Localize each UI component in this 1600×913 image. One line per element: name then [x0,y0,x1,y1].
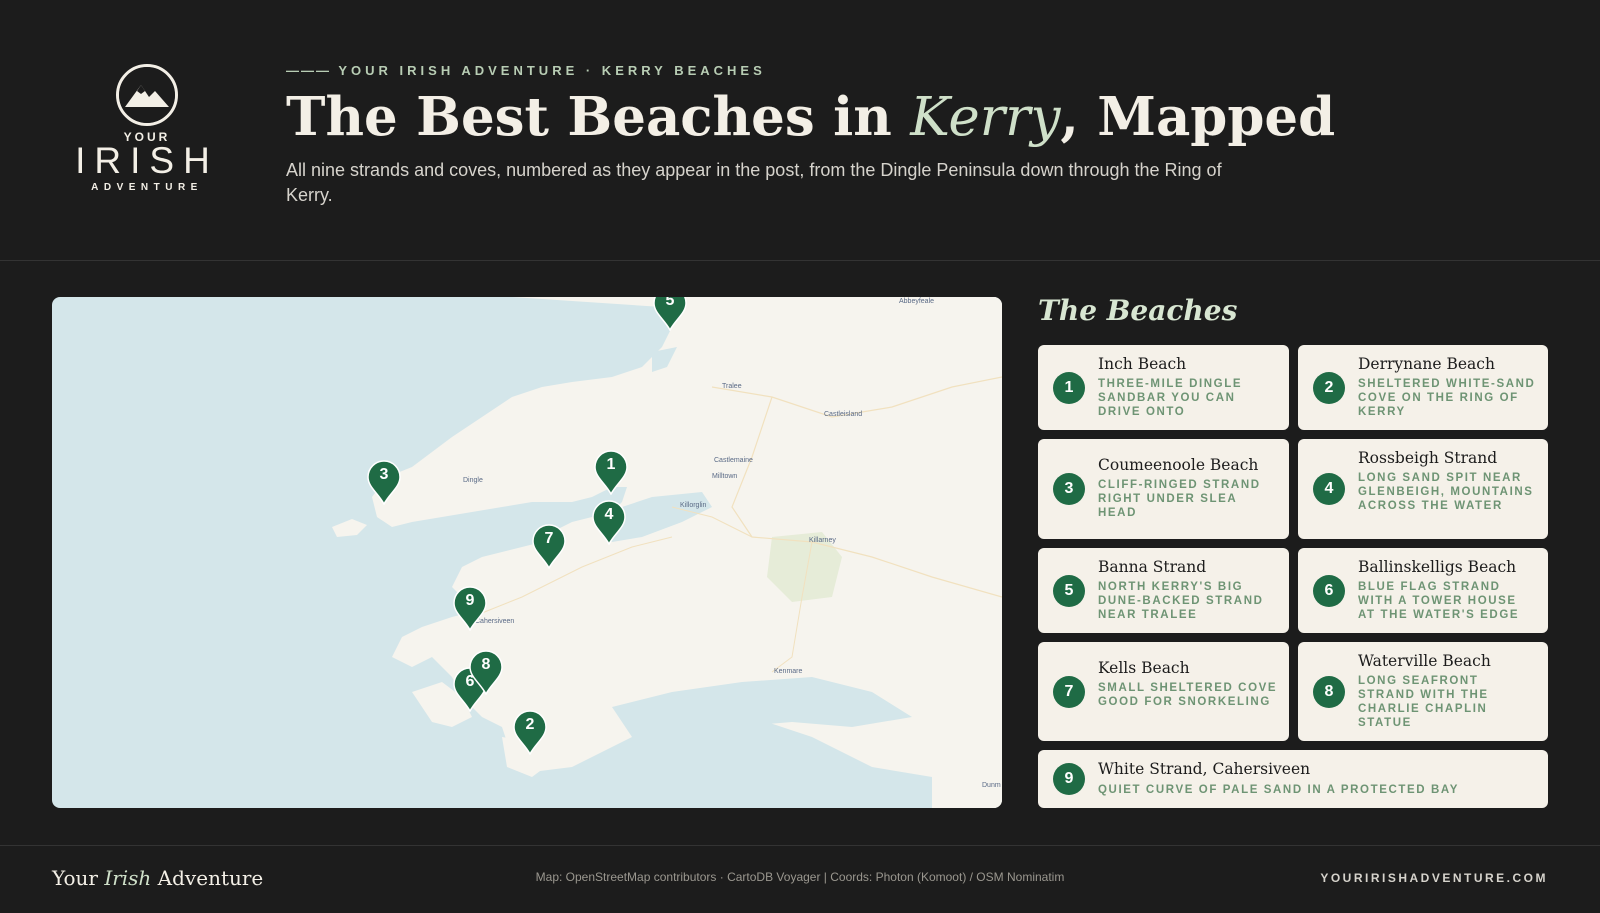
site-url-link[interactable]: YOURIRISHADVENTURE.COM [1320,871,1548,885]
beach-description: Three-mile Dingle sandbar you can drive … [1098,378,1243,418]
page-subtitle: All nine strands and coves, numbered as … [286,160,1222,205]
beach-number-badge: 5 [1053,575,1085,607]
marker-number: 1 [606,456,616,473]
town-label: Tralee [722,383,742,390]
beach-card[interactable]: 8 Waterville Beach Long seafront strand … [1298,642,1548,741]
beach-card[interactable]: 3 Coumeenoole Beach Cliff-ringed strand … [1038,439,1289,539]
beach-number-badge: 6 [1313,575,1345,607]
beach-name: White Strand, Cahersiveen [1098,760,1311,778]
beach-description: North Kerry's big dune-backed strand nea… [1098,581,1264,621]
town-label: Castlemaine [714,457,753,464]
map-marker[interactable]: 2 [512,709,548,755]
marker-number: 4 [604,506,614,523]
marker-number: 2 [525,716,535,733]
beach-number-badge: 9 [1053,763,1085,795]
mountain-icon [116,64,178,126]
beach-number-badge: 1 [1053,372,1085,404]
beach-name: Kells Beach [1098,659,1190,677]
beach-name: Banna Strand [1098,558,1207,576]
beach-name: Inch Beach [1098,355,1187,373]
beach-card[interactable]: 9 White Strand, Cahersiveen Quiet curve … [1038,750,1548,808]
kicker: ——— YOUR IRISH ADVENTURE · KERRY BEACHES [286,63,766,78]
beach-number-badge: 7 [1053,676,1085,708]
kicker-text: YOUR IRISH ADVENTURE · KERRY BEACHES [338,63,766,78]
map-marker[interactable]: 1 [593,449,629,495]
town-label: Dingle [463,477,483,484]
marker-number: 9 [465,592,475,609]
town-label: Milltown [712,473,738,480]
beach-card[interactable]: 6 Ballinskelligs Beach Blue Flag strand … [1298,548,1548,633]
beach-description: Blue Flag strand with a tower house at t… [1358,581,1520,621]
town-label: Killarney [809,537,836,544]
beach-number-badge: 8 [1313,676,1345,708]
beach-card[interactable]: 5 Banna Strand North Kerry's big dune-ba… [1038,548,1289,633]
beach-card[interactable]: 4 Rossbeigh Strand Long sand spit near G… [1298,439,1548,539]
title-before: The Best Beaches in [286,86,911,148]
map-marker[interactable]: 4 [591,499,627,545]
map-marker[interactable]: 9 [452,585,488,631]
beach-card[interactable]: 7 Kells Beach Small sheltered cove good … [1038,642,1289,741]
beach-description: Long seafront strand with the Charlie Ch… [1358,675,1489,729]
title-after: , Mapped [1060,86,1336,148]
kicker-dash: ——— [286,63,331,78]
town-label: Kenmare [774,668,803,675]
map-marker[interactable]: 7 [531,523,567,569]
beach-list-title: The Beaches [1038,294,1238,327]
beach-name: Coumeenoole Beach [1098,456,1259,474]
marker-number: 8 [481,656,491,673]
beach-map[interactable]: Abbeyfeale Tralee Castleisland Castlemai… [52,297,1002,808]
marker-number: 7 [544,530,554,547]
beach-name: Derrynane Beach [1358,355,1495,373]
beach-description: Small sheltered cove good for snorkeling [1098,682,1278,708]
beach-number-badge: 4 [1313,473,1345,505]
brand-logo[interactable]: YOUR IRISH ADVENTURE [72,64,222,194]
page-header: YOUR IRISH ADVENTURE ——— YOUR IRISH ADVE… [0,0,1600,261]
map-marker[interactable]: 3 [366,459,402,505]
title-em: Kerry [910,87,1061,148]
beach-description: Long sand spit near Glenbeigh, mountains… [1358,472,1534,512]
page-footer: Your Irish Adventure Map: OpenStreetMap … [0,845,1600,913]
beach-description: Sheltered white-sand cove on the Ring of… [1358,378,1536,418]
logo-irish-text: IRISH [75,140,219,181]
town-label: Dunm [982,782,1001,789]
beach-description: Cliff-ringed strand right under Slea Hea… [1098,479,1261,519]
beach-description: Quiet curve of pale sand in a protected … [1098,784,1460,796]
beach-card[interactable]: 1 Inch Beach Three-mile Dingle sandbar y… [1038,345,1289,430]
beach-number-badge: 2 [1313,372,1345,404]
map-marker[interactable]: 8 [468,649,504,695]
beach-name: Rossbeigh Strand [1358,449,1498,467]
page-title: The Best Beaches in Kerry, Mapped [286,86,1335,148]
marker-number: 5 [665,297,675,309]
logo-adventure-text: ADVENTURE [91,182,203,193]
beach-number-badge: 3 [1053,473,1085,505]
beach-card[interactable]: 2 Derrynane Beach Sheltered white-sand c… [1298,345,1548,430]
town-label: Killorglin [680,502,707,509]
beach-name: Waterville Beach [1358,652,1491,670]
town-label: Abbeyfeale [899,298,935,305]
map-marker[interactable]: 5 [652,297,688,331]
beach-name: Ballinskelligs Beach [1358,558,1517,576]
town-label: Castleisland [824,411,863,418]
marker-number: 3 [379,466,389,483]
